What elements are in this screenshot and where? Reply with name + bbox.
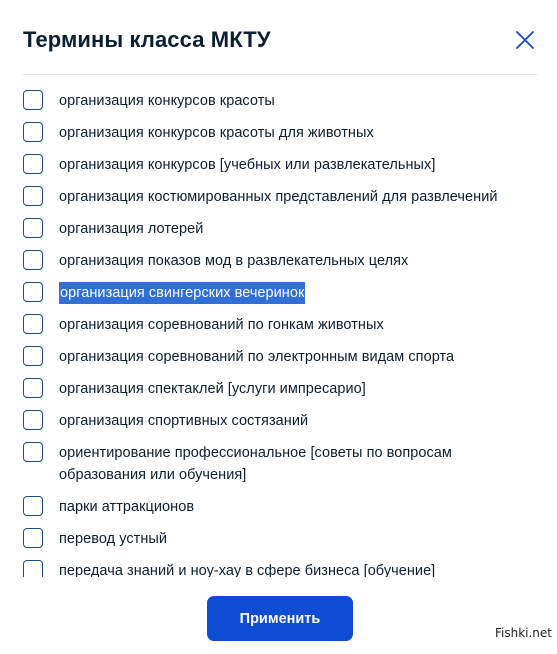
term-checkbox[interactable] (23, 250, 43, 270)
watermark: Fishki.net (494, 626, 552, 640)
term-checkbox[interactable] (23, 90, 43, 110)
term-checkbox[interactable] (23, 154, 43, 174)
term-list-item[interactable]: организация лотерей (23, 218, 538, 240)
term-list-item[interactable]: организация соревнований по электронным … (23, 346, 538, 368)
term-label: организация спектаклей [услуги импресари… (59, 381, 366, 397)
close-button[interactable] (513, 28, 537, 52)
term-label: организация свингерских вечеринок (59, 282, 306, 304)
term-checkbox[interactable] (23, 186, 43, 206)
term-label: организация конкурсов [учебных или развл… (59, 157, 436, 173)
term-label: организация лотерей (59, 221, 204, 237)
term-label: организация показов мод в развлекательны… (59, 253, 409, 269)
term-list-item[interactable]: организация свингерских вечеринок (23, 282, 538, 304)
term-list-item[interactable]: организация конкурсов красоты для животн… (23, 122, 538, 144)
term-list-item[interactable]: организация спортивных состязаний (23, 410, 538, 432)
term-list-item[interactable]: организация соревнований по гонкам живот… (23, 314, 538, 336)
dialog-title: Термины класса МКТУ (23, 27, 271, 52)
term-label: передача знаний и ноу-хау в сфере бизнес… (59, 563, 436, 577)
term-label: ориентирование профессиональное [советы … (59, 445, 452, 483)
term-checkbox[interactable] (23, 410, 43, 430)
term-checkbox[interactable] (23, 496, 43, 516)
term-list-item[interactable]: организация спектаклей [услуги импресари… (23, 378, 538, 400)
terms-list: организация конкурсов красоты организация… (23, 90, 538, 577)
term-label: организация конкурсов красоты (59, 93, 275, 109)
mktu-terms-dialog: Термины класса МКТУ организация конкурсо… (0, 0, 557, 654)
term-list-item[interactable]: перевод устный (23, 528, 538, 550)
term-checkbox[interactable] (23, 442, 43, 462)
term-label: организация костюмированных представлени… (59, 189, 498, 205)
term-checkbox[interactable] (23, 282, 43, 302)
apply-button[interactable]: Применить (207, 596, 353, 641)
term-list-item[interactable]: ориентирование профессиональное [советы … (23, 442, 538, 486)
term-label: организация конкурсов красоты для животн… (59, 125, 374, 141)
close-icon (516, 31, 534, 49)
term-label: парки аттракционов (59, 499, 195, 515)
term-label: организация спортивных состязаний (59, 413, 309, 429)
dialog-footer: Применить (0, 577, 557, 654)
terms-list-scroll[interactable]: организация конкурсов красоты организация… (0, 75, 557, 577)
term-label: организация соревнований по электронным … (59, 349, 455, 365)
term-list-item[interactable]: организация костюмированных представлени… (23, 186, 538, 208)
term-checkbox[interactable] (23, 122, 43, 142)
dialog-header: Термины класса МКТУ (23, 22, 537, 62)
term-list-item[interactable]: организация показов мод в развлекательны… (23, 250, 538, 272)
term-label: организация соревнований по гонкам живот… (59, 317, 384, 333)
term-list-item[interactable]: организация конкурсов [учебных или развл… (23, 154, 538, 176)
term-checkbox[interactable] (23, 378, 43, 398)
term-checkbox[interactable] (23, 218, 43, 238)
term-checkbox[interactable] (23, 528, 43, 548)
term-list-item[interactable]: парки аттракционов (23, 496, 538, 518)
term-checkbox[interactable] (23, 346, 43, 366)
term-list-item[interactable]: организация конкурсов красоты (23, 90, 538, 112)
term-checkbox[interactable] (23, 560, 43, 577)
term-label: перевод устный (59, 531, 168, 547)
term-checkbox[interactable] (23, 314, 43, 334)
term-list-item[interactable]: передача знаний и ноу-хау в сфере бизнес… (23, 560, 538, 577)
